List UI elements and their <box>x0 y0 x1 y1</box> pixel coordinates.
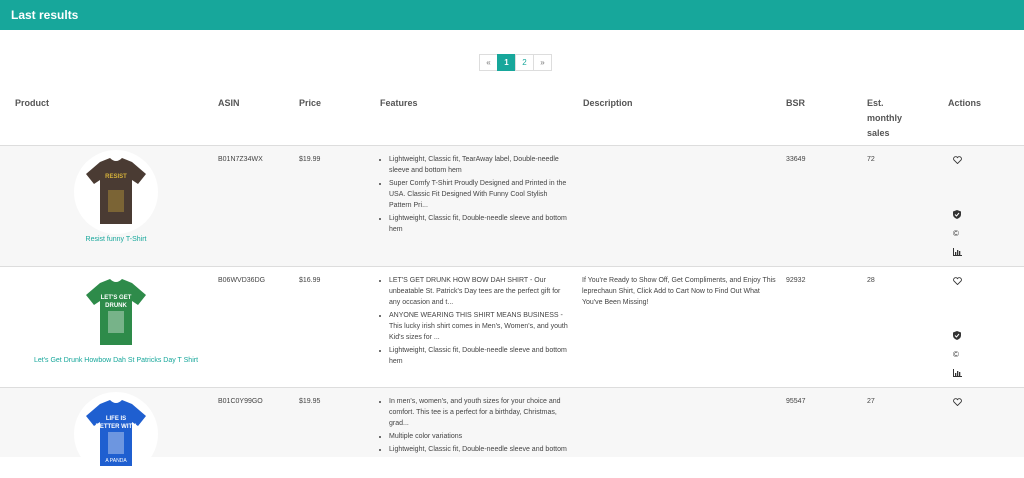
tshirt-image-graphic: RESIST <box>86 158 146 224</box>
table-row: LIFE IS BETTER WITH A PANDA B01C0Y99GO $… <box>0 387 1024 476</box>
copyright-icon[interactable]: © <box>953 229 959 238</box>
svg-text:LIFE IS: LIFE IS <box>106 416 126 422</box>
product-image[interactable]: RESIST <box>74 150 158 234</box>
svg-text:BETTER WITH: BETTER WITH <box>96 424 137 430</box>
column-header-bsr[interactable]: BSR <box>786 96 805 111</box>
feature-item: Lightweight, Classic fit, TearAway label… <box>389 154 570 176</box>
asin-cell: B06WVD36DG <box>218 277 266 284</box>
feature-item: Lightweight, Classic fit, Double-needle … <box>389 444 570 455</box>
svg-text:A PANDA: A PANDA <box>105 458 127 464</box>
price-cell: $16.99 <box>299 277 321 284</box>
feature-item: Multiple color variations <box>389 431 570 442</box>
bar-chart-icon[interactable] <box>953 248 962 256</box>
est-monthly-sales-cell: 28 <box>867 277 875 284</box>
asin-cell: B01C0Y99GO <box>218 398 263 405</box>
bsr-cell: 95547 <box>786 398 806 405</box>
shield-check-icon[interactable] <box>953 331 961 340</box>
pagination-next[interactable]: » <box>533 54 552 71</box>
product-name-link[interactable]: Let's Get Drunk Howbow Dah St Patricks D… <box>26 357 206 364</box>
tshirt-image-graphic: LET'S GET DRUNK <box>86 279 146 345</box>
sales-header-line: sales <box>867 128 890 138</box>
feature-item: In men's, women's, and youth sizes for y… <box>389 396 570 429</box>
favorite-heart-icon[interactable] <box>953 277 962 285</box>
svg-text:RESIST: RESIST <box>105 174 127 180</box>
asin-cell: B01N7Z34WX <box>218 156 263 163</box>
product-name-link[interactable]: Resist funny T-Shirt <box>26 236 206 243</box>
column-header-actions: Actions <box>948 98 982 108</box>
results-title: Last results <box>11 8 79 22</box>
est-monthly-sales-cell: 27 <box>867 398 875 405</box>
table-row: LET'S GET DRUNK Let's Get Drunk Howbow D… <box>0 266 1024 387</box>
product-cell: RESIST Resist funny T-Shirt <box>26 150 206 243</box>
column-header-product[interactable]: Product <box>15 96 49 111</box>
column-header-price[interactable]: Price <box>299 96 321 111</box>
favorite-heart-icon[interactable] <box>953 398 962 406</box>
favorite-heart-icon[interactable] <box>953 156 962 164</box>
feature-item: Super Comfy T-Shirt Proudly Designed and… <box>389 178 570 211</box>
pagination-page-2[interactable]: 2 <box>515 54 534 71</box>
pagination-prev[interactable]: « <box>479 54 498 71</box>
features-cell: In men's, women's, and youth sizes for y… <box>380 396 570 457</box>
product-image[interactable]: LET'S GET DRUNK <box>74 271 158 355</box>
description-cell: If You're Ready to Show Off, Get Complim… <box>582 277 776 306</box>
bsr-cell: 33649 <box>786 156 806 163</box>
copyright-icon[interactable]: © <box>953 350 959 359</box>
feature-item: LET'S GET DRUNK HOW BOW DAH SHIRT - Our … <box>389 275 570 308</box>
feature-item: Lightweight, Classic fit, Double-needle … <box>389 213 570 235</box>
product-cell: LIFE IS BETTER WITH A PANDA <box>26 392 206 478</box>
tshirt-image-graphic: LIFE IS BETTER WITH A PANDA <box>86 400 146 466</box>
product-image[interactable]: LIFE IS BETTER WITH A PANDA <box>74 392 158 476</box>
bsr-cell: 92932 <box>786 277 806 284</box>
table-row: RESIST Resist funny T-Shirt B01N7Z34WX $… <box>0 145 1024 266</box>
feature-item: ANYONE WEARING THIS SHIRT MEANS BUSINESS… <box>389 310 570 343</box>
est-monthly-sales-cell: 72 <box>867 156 875 163</box>
results-header: Last results <box>0 0 1024 30</box>
shield-check-icon[interactable] <box>953 210 961 219</box>
price-cell: $19.95 <box>299 398 321 405</box>
product-cell: LET'S GET DRUNK Let's Get Drunk Howbow D… <box>26 271 206 364</box>
feature-item: Lightweight, Classic fit, Double-needle … <box>389 345 570 367</box>
column-header-description[interactable]: Description <box>583 96 633 111</box>
column-header-est-monthly-sales[interactable]: Est. monthly sales <box>867 96 902 141</box>
features-cell: Lightweight, Classic fit, TearAway label… <box>380 154 570 237</box>
sales-header-line: monthly <box>867 113 902 123</box>
column-header-asin[interactable]: ASIN <box>218 96 240 111</box>
svg-text:LET'S GET: LET'S GET <box>101 295 132 301</box>
features-cell: LET'S GET DRUNK HOW BOW DAH SHIRT - Our … <box>380 275 570 369</box>
column-header-features[interactable]: Features <box>380 96 418 111</box>
price-cell: $19.99 <box>299 156 321 163</box>
svg-text:DRUNK: DRUNK <box>105 303 127 309</box>
bar-chart-icon[interactable] <box>953 369 962 377</box>
pagination-page-1[interactable]: 1 <box>497 54 516 71</box>
sales-header-line: Est. <box>867 98 884 108</box>
pagination: « 1 2 » <box>479 54 552 71</box>
